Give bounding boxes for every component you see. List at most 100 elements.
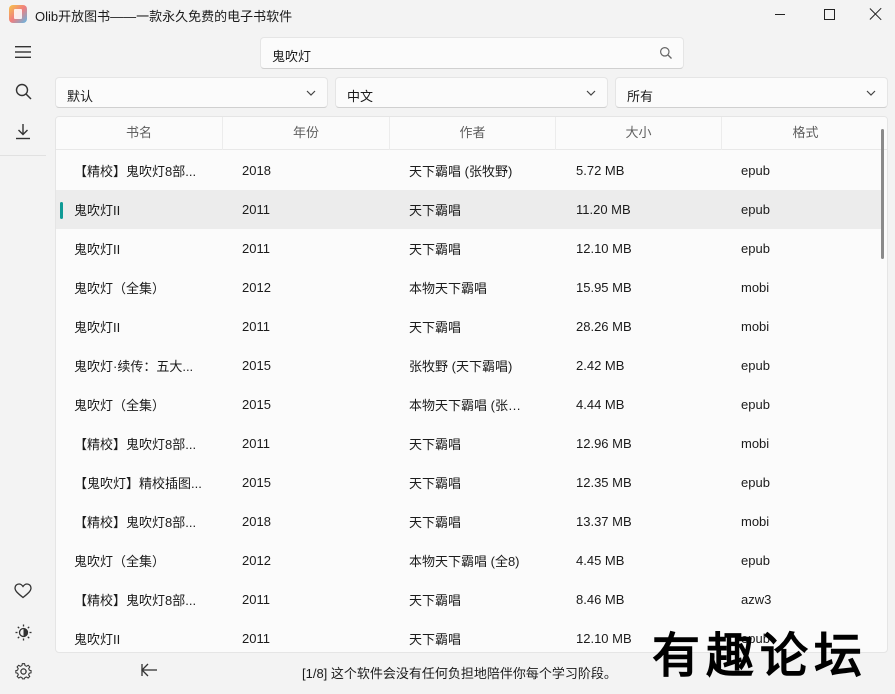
cell-author: 天下霸唱 [409,593,462,608]
cell-author: 天下霸唱 [409,437,462,452]
maximize-icon [823,8,835,20]
cell-year: 2015 [242,475,271,490]
back-arrow-icon [141,663,157,677]
cell-size: 5.72 MB [576,163,625,178]
cell-year: 2015 [242,397,271,412]
table-row[interactable]: 【精校】鬼吹灯8部... 2011 天下霸唱 8.46 MB azw3 [56,580,884,619]
header-size[interactable]: 大小 [556,117,722,150]
table-header: 书名 年份 作者 大小 格式 [56,117,887,150]
table-scrollbar[interactable] [881,129,884,259]
language-dropdown[interactable]: 中文 [335,77,608,108]
header-author[interactable]: 作者 [390,117,556,150]
chevron-down-icon [586,90,596,96]
cell-author: 天下霸唱 (张牧野) [409,164,513,179]
cell-author: 张牧野 (天下霸唱) [409,359,513,374]
sort-dropdown[interactable]: 默认 [55,77,328,108]
minimize-button[interactable] [757,0,803,28]
chevron-down-icon [306,90,316,96]
cell-format: epub [741,202,770,217]
cell-year: 2011 [242,241,270,256]
rail-divider [0,155,46,156]
window-title: Olib开放图书——一款永久免费的电子书软件 [35,9,293,24]
menu-icon [15,46,31,58]
cell-year: 2012 [242,280,271,295]
footer-tip: [1/8] 这个软件会没有任何负担地陪伴你每个学习阶段。 [302,666,617,681]
cell-author: 本物天下霸唱 [409,281,488,296]
cell-year: 2011 [242,631,270,646]
cell-title: 鬼吹灯II [74,632,121,647]
heart-icon [14,583,32,599]
cell-year: 2018 [242,514,271,529]
table-body: 【精校】鬼吹灯8部... 2018 天下霸唱 (张牧野) 5.72 MB epub 鬼吹灯… [56,151,884,652]
table-row[interactable]: 【鬼吹灯】精校插图... 2015 天下霸唱 12.35 MB epub [56,463,884,502]
header-title[interactable]: 书名 [56,117,223,150]
cell-title: 鬼吹灯·续传：五大... [74,359,194,374]
cell-format: epub [741,475,770,490]
menu-button[interactable] [8,37,38,67]
cell-size: 8.46 MB [576,592,625,607]
search-icon[interactable] [659,46,673,60]
format-dropdown[interactable]: 所有 [615,77,888,108]
table-row[interactable]: 鬼吹灯（全集） 2015 本物天下霸唱 (张牧... 4.44 MB epub [56,385,884,424]
close-button[interactable] [853,0,895,28]
back-button[interactable] [137,658,161,682]
cell-title: 【精校】鬼吹灯8部... [74,515,197,530]
cell-title: 鬼吹灯（全集） [74,554,166,569]
watermark-text: 有趣论坛 [652,628,869,684]
cell-title: 鬼吹灯II [74,320,121,335]
table-row[interactable]: 鬼吹灯（全集） 2012 本物天下霸唱 (全8) 4.45 MB epub [56,541,884,580]
cell-year: 2012 [242,553,271,568]
header-year[interactable]: 年份 [223,117,390,150]
nav-search-button[interactable] [8,76,38,106]
cell-author: 本物天下霸唱 (全8) [409,554,520,569]
cell-author: 天下霸唱 [409,242,462,257]
brightness-icon [15,624,31,640]
cell-title: 鬼吹灯（全集） [74,398,166,413]
table-row[interactable]: 鬼吹灯II 2011 天下霸唱 12.10 MB epub [56,229,884,268]
cell-size: 15.95 MB [576,280,632,295]
favorites-button[interactable] [8,576,38,606]
cell-format: mobi [741,280,770,295]
app-logo-icon [9,5,27,23]
cell-title: 【精校】鬼吹灯8部... [74,437,197,452]
table-row[interactable]: 【精校】鬼吹灯8部... 2018 天下霸唱 13.37 MB mobi [56,502,884,541]
cell-year: 2011 [242,436,270,451]
cell-author: 天下霸唱 [409,632,462,647]
cell-title: 【精校】鬼吹灯8部... [74,593,197,608]
nav-download-button[interactable] [8,116,38,146]
search-input-value: 鬼吹灯 [272,49,312,64]
table-row[interactable]: 鬼吹灯II 2011 天下霸唱 28.26 MB mobi [56,307,884,346]
cell-year: 2011 [242,592,270,607]
cell-format: epub [741,163,770,178]
table-row[interactable]: 鬼吹灯·续传：五大... 2015 张牧野 (天下霸唱) 2.42 MB epub [56,346,884,385]
table-row[interactable]: 鬼吹灯（全集） 2012 本物天下霸唱 15.95 MB mobi [56,268,884,307]
cell-title: 鬼吹灯II [74,203,121,218]
cell-author: 天下霸唱 [409,515,462,530]
cell-format: mobi [741,514,770,529]
theme-toggle-button[interactable] [8,617,38,647]
cell-year: 2011 [242,319,270,334]
table-row[interactable]: 【精校】鬼吹灯8部... 2011 天下霸唱 12.96 MB mobi [56,424,884,463]
maximize-button[interactable] [806,0,852,28]
cell-author: 本物天下霸唱 (张牧... [409,398,531,413]
cell-size: 11.20 MB [576,202,631,217]
nav-rail [0,28,46,694]
title-bar: Olib开放图书——一款永久免费的电子书软件 [0,0,895,28]
cell-size: 2.42 MB [576,358,625,373]
header-format[interactable]: 格式 [722,117,887,150]
table-row[interactable]: 【精校】鬼吹灯8部... 2018 天下霸唱 (张牧野) 5.72 MB epub [56,151,884,190]
results-table: 书名 年份 作者 大小 格式 【精校】鬼吹灯8部... 2018 天下霸唱 (张牧野… [55,116,888,653]
cell-title: 【鬼吹灯】精校插图... [74,476,202,491]
cell-year: 2018 [242,163,271,178]
cell-year: 2015 [242,358,271,373]
settings-button[interactable] [8,656,38,686]
search-input[interactable]: 鬼吹灯 [260,37,684,69]
cell-size: 12.96 MB [576,436,632,451]
download-icon [16,123,30,139]
cell-size: 12.35 MB [576,475,632,490]
close-icon [869,7,883,21]
cell-format: epub [741,553,770,568]
cell-format: mobi [741,319,770,334]
cell-size: 4.44 MB [576,397,625,412]
table-row[interactable]: 鬼吹灯II 2011 天下霸唱 11.20 MB epub [56,190,884,229]
